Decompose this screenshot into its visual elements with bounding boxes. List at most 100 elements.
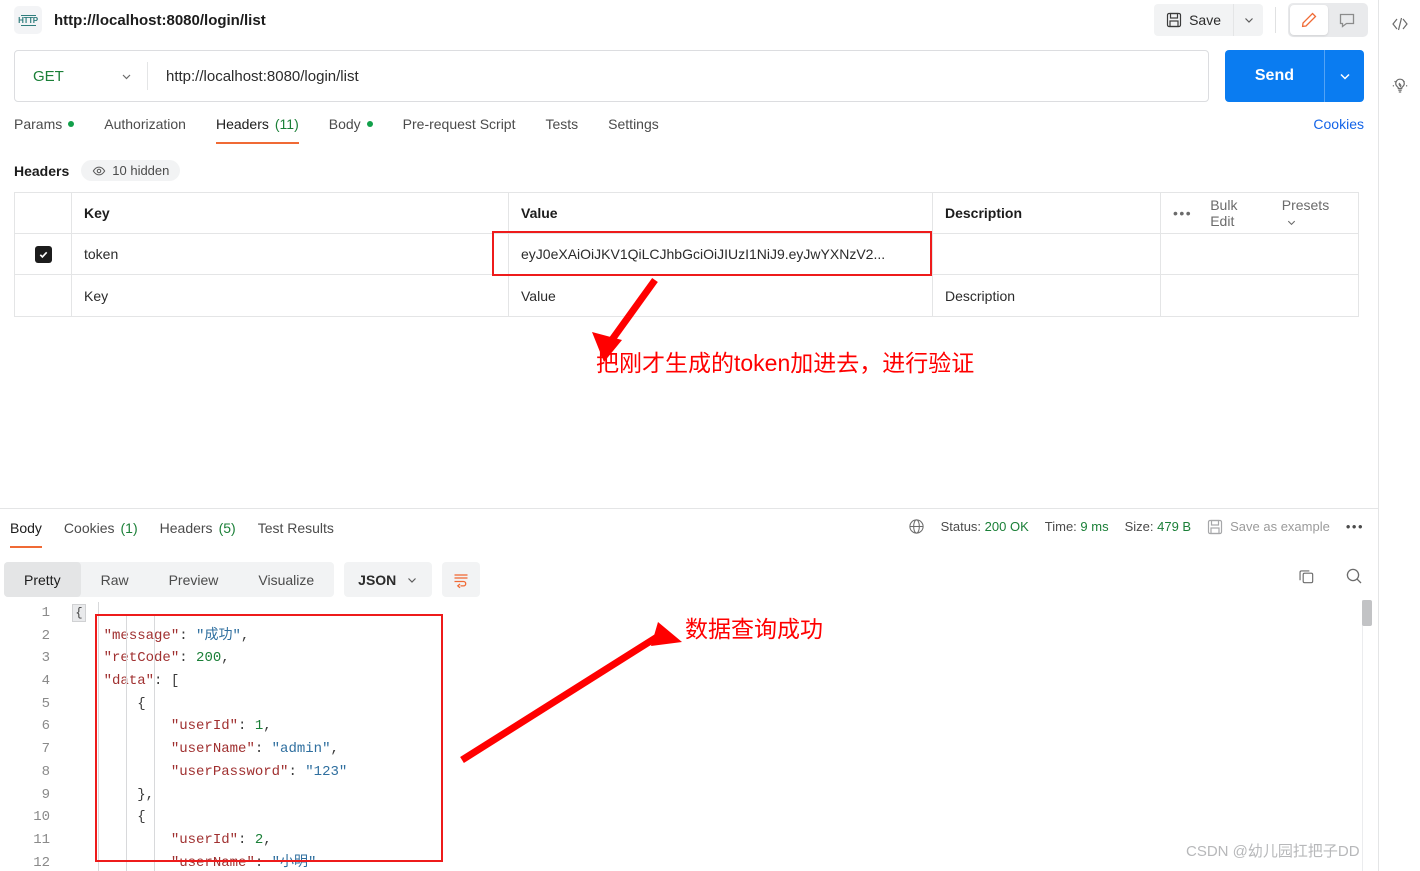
row-actions [1161,234,1358,274]
url-input[interactable]: http://localhost:8080/login/list [148,68,1208,85]
response-status-bar: Status: 200 OK Time: 9 ms Size: 479 B Sa… [908,518,1364,535]
header-key-input[interactable]: token [72,234,509,274]
headers-table-tools: ••• Bulk Edit Presets [1161,193,1358,233]
tab-settings[interactable]: Settings [608,112,659,144]
modified-dot-icon [68,121,75,127]
url-input-wrapper: GET http://localhost:8080/login/list [14,50,1209,102]
time-block: Time: 9 ms [1045,519,1109,534]
column-header-key: Key [72,193,509,233]
edit-request-button[interactable] [1290,5,1328,35]
line-number: 2 [41,627,50,644]
header-description-input[interactable] [933,234,1161,274]
globe-icon [908,518,925,535]
response-scrollbar-thumb[interactable] [1362,600,1372,626]
response-tab-test-results-label: Test Results [257,520,334,536]
view-mode-segments: Pretty Raw Preview Visualize [4,562,335,597]
view-mode-visualize[interactable]: Visualize [238,562,334,597]
tab-body-label: Body [328,116,361,132]
column-header-description: Description [933,193,1161,233]
indent-guide [154,616,155,871]
response-tab-cookies-label: Cookies [63,520,115,536]
view-mode-pretty[interactable]: Pretty [4,562,81,597]
tab-tests[interactable]: Tests [545,112,578,144]
toolbar-divider [1275,7,1276,33]
response-tab-body[interactable]: Body [10,516,42,548]
headers-section-label: Headers [14,162,70,179]
size-label: Size: [1124,519,1154,534]
method-selector[interactable]: GET [15,51,147,101]
row-checkbox-cell [15,275,72,316]
view-toggle-group [1288,3,1368,37]
copy-button[interactable] [1297,567,1316,586]
headers-table-header-row: Key Value Description ••• Bulk Edit Pres… [15,193,1358,234]
tab-pre-request-script[interactable]: Pre-request Script [403,112,516,144]
save-group: Save [1154,4,1263,36]
indent-guide [98,602,99,871]
tab-params[interactable]: Params [14,112,75,144]
response-tab-headers[interactable]: Headers (5) [160,516,236,548]
code-line: "retCode": 200, [103,650,230,667]
row-checkbox[interactable] [34,245,52,263]
response-tab-cookies[interactable]: Cookies (1) [64,516,138,548]
new-header-key-input[interactable]: Key [72,275,509,316]
line-number: 10 [33,809,50,826]
line-number: 7 [41,741,50,758]
response-tab-cookies-count: (1) [120,520,138,536]
documentation-button[interactable] [1384,70,1416,102]
word-wrap-button[interactable] [442,562,481,597]
modified-dot-icon [366,121,373,127]
line-number: 9 [41,786,50,803]
search-button[interactable] [1344,566,1364,586]
send-dropdown-button[interactable] [1324,50,1364,102]
line-number-gutter: 1 2 3 4 5 6 7 8 9 10 11 12 [0,602,62,871]
view-mode-raw[interactable]: Raw [81,562,149,597]
code-line: }, [137,786,155,803]
ellipsis-icon[interactable]: ••• [1173,205,1192,221]
word-wrap-icon [452,571,470,589]
column-header-value: Value [509,193,933,233]
line-number: 12 [33,854,50,871]
status-label: Status: [940,519,982,534]
tab-body[interactable]: Body [329,112,373,144]
table-row[interactable]: token eyJ0eXAiOiJKV1QiLCJhbGciOiJIUzI1Ni… [15,234,1358,275]
save-button[interactable]: Save [1154,4,1233,36]
copy-icon [1297,567,1316,586]
hidden-headers-toggle[interactable]: 10 hidden [81,160,181,181]
json-code: "message": "成功", "retCode": 200, "data":… [70,602,348,871]
new-header-description-input[interactable]: Description [933,275,1161,316]
bulk-edit-button[interactable]: Bulk Edit [1210,197,1264,229]
response-tab-headers-label: Headers [159,520,213,536]
line-number: 1 [41,605,50,621]
hidden-headers-count: 10 hidden [112,163,170,178]
code-line: "message": "成功", [103,627,250,644]
eye-icon [92,164,106,178]
response-body-actions [1297,566,1364,586]
right-sidebar [1378,0,1420,871]
comments-button[interactable] [1328,5,1366,35]
response-more-icon[interactable]: ••• [1346,519,1364,534]
response-tab-test-results[interactable]: Test Results [258,516,334,548]
code-line: "userId": 2, [170,831,272,848]
line-number: 6 [41,718,50,735]
cookies-link[interactable]: Cookies [1313,112,1364,136]
presets-button[interactable]: Presets [1282,197,1346,229]
format-selector[interactable]: JSON [344,562,433,597]
code-line: "userId": 1, [170,718,272,735]
tab-authorization[interactable]: Authorization [104,112,186,144]
indent-guide [126,616,127,871]
send-button[interactable]: Send [1225,50,1324,102]
save-dropdown-button[interactable] [1233,4,1263,36]
annotation-token-note: 把刚才生成的token加进去，进行验证 [596,350,975,376]
tab-headers[interactable]: Headers (11) [215,112,299,144]
annotation-result-note: 数据查询成功 [685,616,823,642]
panel-divider [0,508,1378,509]
save-as-example-button[interactable]: Save as example [1207,519,1330,535]
status-block: Status: 200 OK [941,519,1029,534]
view-mode-preview[interactable]: Preview [149,562,239,597]
response-scrollbar-track[interactable] [1362,600,1372,871]
url-bar: GET http://localhost:8080/login/list Sen… [14,50,1364,102]
size-block: Size: 479 B [1125,519,1192,534]
code-line: "userName": "小明" [170,854,317,871]
code-snippet-button[interactable] [1384,8,1416,40]
header-value-input[interactable]: eyJ0eXAiOiJKV1QiLCJhbGciOiJIUzI1NiJ9.eyJ… [509,234,933,274]
